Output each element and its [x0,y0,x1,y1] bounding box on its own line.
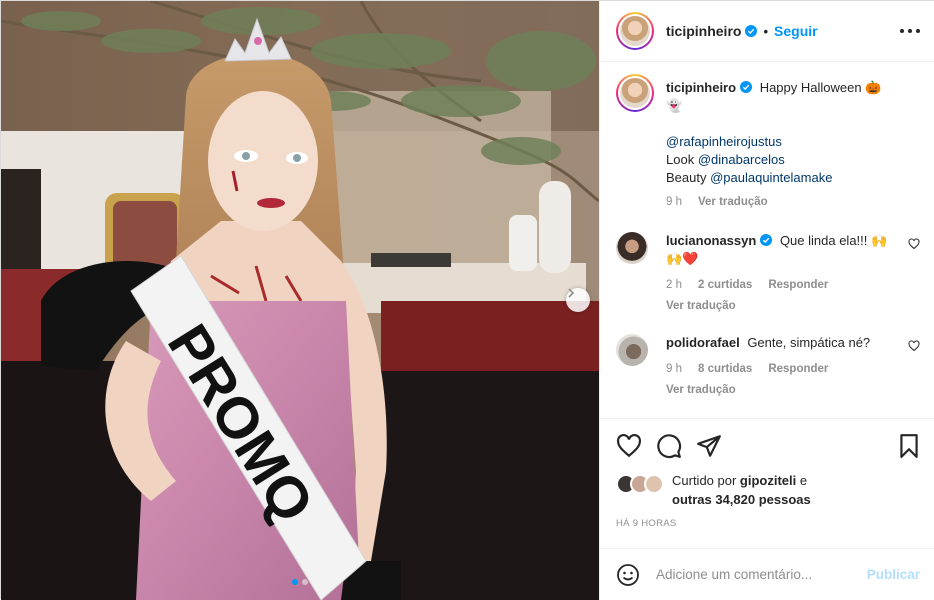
beauty-prefix: Beauty [666,170,711,185]
emoji-smiley-icon[interactable] [616,563,640,587]
liked-by-prefix: Curtido por [672,473,740,488]
save-bookmark-icon[interactable] [896,433,922,459]
comment-time: 2 h [666,279,682,291]
comment-time: 9 h [666,363,682,375]
caption-text: Happy Halloween [759,80,862,95]
ghost-emoji: 👻 [666,98,683,113]
post-side-panel: ticipinheiro • Seguir ticipinheiro Happy… [599,1,934,600]
caption: ticipinheiro Happy Halloween 🎃 👻 @rafapi… [616,74,920,211]
carousel-dot-2 [302,579,308,585]
likes-count[interactable]: outras 34,820 pessoas [672,492,811,507]
comment-item: polidorafael Gente, simpática né? 9 h 8 … [616,334,920,399]
pumpkin-emoji: 🎃 [865,80,882,95]
avatar [620,16,650,46]
caption-time: 9 h [666,196,682,208]
reply-button[interactable]: Responder [768,276,828,294]
liked-by: Curtido por gipoziteli e outras 34,820 p… [616,471,926,509]
comment-likes-count[interactable]: 8 curtidas [698,360,752,378]
raised-hands-emoji: 🙌 [666,251,683,266]
carousel-next-button[interactable] [566,288,590,312]
post-header: ticipinheiro • Seguir [600,1,934,62]
carousel-indicator [1,579,599,585]
post-timestamp[interactable]: HÁ 9 HORAS [616,518,677,529]
post-actions-bar [600,418,934,472]
comment-text: Que linda ela!!! [779,233,868,248]
comment-input[interactable] [656,567,867,582]
like-heart-icon[interactable] [616,433,642,459]
comment-like-heart-icon[interactable] [908,238,920,250]
liked-by-conj: e [796,473,808,488]
comment-item: lucianonassyn Que linda ela!!! 🙌 🙌❤️ 2 h… [616,232,920,315]
share-paper-plane-icon[interactable] [696,433,722,459]
caption-avatar[interactable] [616,74,654,112]
commenter-avatar[interactable] [616,334,648,366]
comment-text: Gente, simpática né? [747,335,871,350]
look-prefix: Look [666,152,698,167]
raised-hands-emoji: 🙌 [871,233,888,248]
comment-like-heart-icon[interactable] [908,340,920,352]
reply-button[interactable]: Responder [768,360,828,378]
commenter-avatar[interactable] [616,232,648,264]
caption-username[interactable]: ticipinheiro [666,80,736,95]
mention-dinabarcelos[interactable]: @dinabarcelos [698,152,785,167]
author-username[interactable]: ticipinheiro [666,23,741,39]
instagram-post-window: PROMQ ticipinheiro • Seguir ticipinheiro… [0,0,934,600]
commenter-username[interactable]: lucianonassyn [666,233,756,248]
commenter-username[interactable]: polidorafael [666,335,740,350]
verified-badge-icon [740,81,753,93]
post-media[interactable]: PROMQ [1,1,599,600]
comment-translate-link[interactable]: Ver tradução [666,297,916,315]
chevron-right-icon [568,288,575,298]
avatar [644,474,664,494]
verified-badge-icon [760,234,773,246]
comment-bubble-icon[interactable] [656,433,682,459]
mention-rafapinheirojustus[interactable]: @rafapinheirojustus [666,134,782,149]
more-options-button[interactable] [900,23,920,39]
mention-paulaquintelamake[interactable]: @paulaquintelamake [710,170,832,185]
carousel-dot-1 [292,579,298,585]
comment-composer: Publicar [600,548,934,600]
avatar [620,78,650,108]
comments-section[interactable]: ticipinheiro Happy Halloween 🎃 👻 @rafapi… [600,62,934,418]
comment-translate-link[interactable]: Ver tradução [666,381,916,399]
post-photo: PROMQ [1,1,599,600]
story-ring[interactable] [616,12,654,50]
verified-badge-icon [745,25,758,37]
header-separator: • [763,23,769,39]
publish-button[interactable]: Publicar [867,567,920,582]
comment-likes-count[interactable]: 2 curtidas [698,276,752,294]
red-heart-emoji: ❤️ [682,251,699,266]
caption-translate-link[interactable]: Ver tradução [698,193,768,211]
follow-button[interactable]: Seguir [774,23,818,39]
liked-by-user[interactable]: gipoziteli [740,473,796,488]
more-dot-icon [900,29,904,33]
liker-avatars[interactable] [616,471,672,497]
